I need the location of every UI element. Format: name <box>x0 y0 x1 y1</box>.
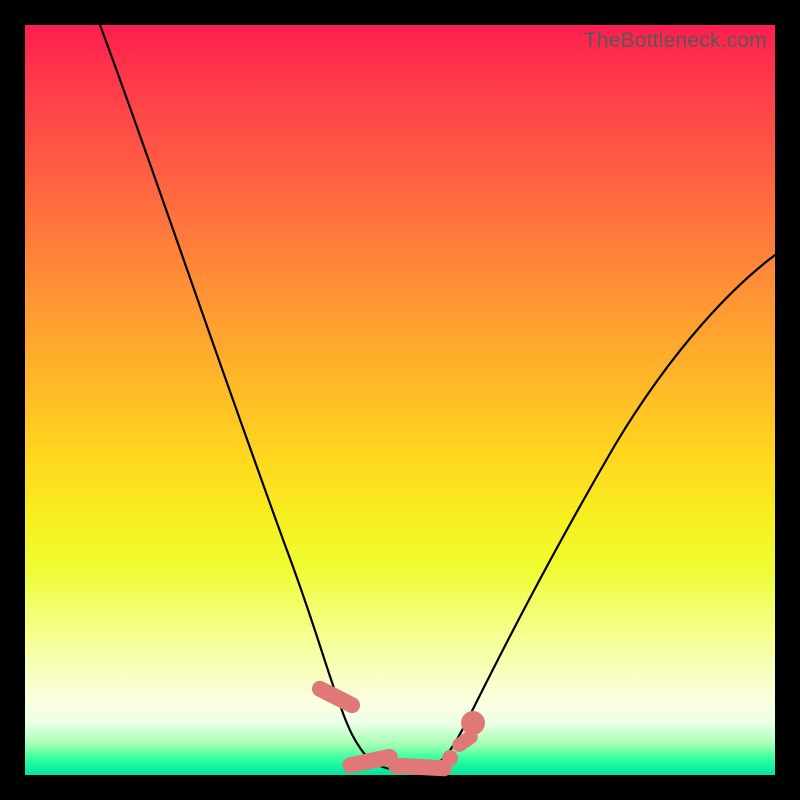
bottleneck-curve <box>100 25 775 770</box>
chart-frame: TheBottleneck.com <box>0 0 800 800</box>
marker-pill-left <box>309 678 363 716</box>
chart-svg <box>25 25 775 775</box>
marker-dot-1 <box>442 750 458 766</box>
curve-markers <box>309 678 485 777</box>
chart-plot-area: TheBottleneck.com <box>25 25 775 775</box>
